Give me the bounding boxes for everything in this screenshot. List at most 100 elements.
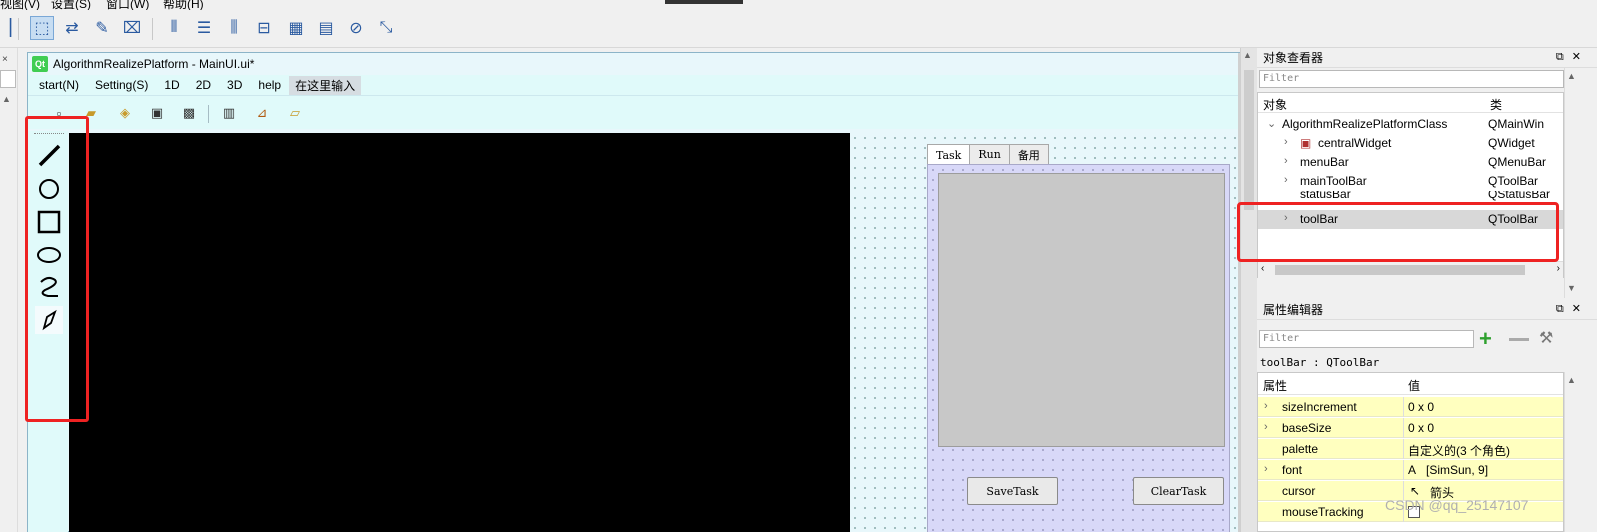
tab-task[interactable]: Task (927, 144, 971, 165)
panel-close-icon[interactable]: × (2, 54, 8, 65)
collapsed-arrow-icon[interactable]: › (1284, 136, 1288, 148)
property-value[interactable]: [SimSun, 9] (1426, 463, 1488, 477)
collapsed-arrow-icon[interactable]: › (1264, 463, 1268, 475)
tree-row-main-window[interactable]: ⌄ AlgorithmRealizePlatformClass QMainWin (1258, 115, 1563, 134)
property-row-basesize[interactable]: › baseSize 0 x 0 (1258, 418, 1563, 438)
layout-hsplitter-icon[interactable]: ⫼ (222, 16, 246, 40)
scroll-up-icon[interactable]: ▲ (1567, 71, 1576, 81)
layout-form-icon[interactable]: ▤ (314, 16, 338, 40)
load-folder-icon[interactable]: ▱ (286, 104, 304, 122)
property-editor-vscroll[interactable]: ▲ (1564, 372, 1597, 532)
menu-help[interactable]: 帮助(H) (163, 0, 204, 10)
form-menu-1d[interactable]: 1D (164, 78, 179, 92)
form-menu-2d[interactable]: 2D (196, 78, 211, 92)
dock-controls[interactable]: ⧉✕ (1556, 302, 1589, 316)
property-name: baseSize (1282, 421, 1332, 435)
property-value[interactable]: 0 x 0 (1408, 421, 1434, 435)
object-class: QMenuBar (1488, 155, 1547, 169)
break-layout-icon[interactable]: ⊘ (344, 16, 368, 40)
property-value[interactable]: 0 x 0 (1408, 400, 1434, 414)
col-object-header[interactable]: 对象 (1263, 96, 1287, 113)
form-main-toolbar: ▫ ▰ ◈ ▣ ▩ ▥ ⊿ ▱ (28, 95, 1239, 129)
form-menu-setting[interactable]: Setting(S) (95, 78, 148, 92)
collapsed-arrow-icon[interactable]: › (1264, 421, 1268, 433)
tab-bar: Task Run 备用 (927, 144, 1049, 165)
menu-window[interactable]: 窗口(W) (106, 0, 149, 10)
edit-tab-order-icon[interactable]: ⌧ (120, 16, 144, 40)
save-task-button[interactable]: SaveTask (967, 477, 1058, 505)
tree-row-central-widget[interactable]: › ▣ centralWidget QWidget (1258, 134, 1563, 153)
widget-filter-field[interactable] (0, 70, 16, 88)
menu-settings[interactable]: 设置(S) (51, 0, 91, 10)
property-row-sizeincrement[interactable]: › sizeIncrement 0 x 0 (1258, 397, 1563, 417)
add-property-icon[interactable]: + (1479, 326, 1492, 352)
dock-controls[interactable]: ⧉✕ (1556, 50, 1589, 64)
property-name: cursor (1282, 484, 1316, 498)
form-editor-window: Qt AlgorithmRealizePlatform - MainUI.ui*… (27, 52, 1241, 532)
form-menu-help[interactable]: help (258, 78, 281, 92)
object-inspector-vscroll[interactable]: ▲ ▼ (1564, 68, 1597, 298)
object-name: AlgorithmRealizePlatformClass (1282, 117, 1448, 131)
screen-overlay-bar (665, 0, 743, 4)
expanded-arrow-icon[interactable]: ⌄ (1267, 117, 1276, 130)
scroll-up-icon[interactable]: ▲ (1243, 50, 1252, 60)
collapsed-arrow-icon[interactable]: › (1284, 174, 1288, 186)
object-name: menuBar (1300, 155, 1349, 169)
property-row-palette[interactable]: palette 自定义的(3 个角色) (1258, 439, 1563, 459)
save-as-icon[interactable]: ▩ (180, 104, 198, 122)
edit-widgets-icon[interactable]: ⬚ (30, 16, 54, 40)
highlight-box-drawing-toolbar (25, 116, 89, 422)
chart-icon[interactable]: ⊿ (253, 104, 271, 122)
property-editor-title: 属性编辑器 (1263, 303, 1324, 317)
save-icon[interactable]: ▣ (148, 104, 166, 122)
open-image-icon[interactable]: ◈ (116, 104, 134, 122)
dock-splitter[interactable]: ▲ (1240, 48, 1257, 532)
scroll-thumb[interactable] (1244, 70, 1254, 210)
property-name: font (1282, 463, 1303, 477)
property-value[interactable]: 自定义的(3 个角色) (1408, 442, 1510, 459)
column-divider (1403, 439, 1404, 459)
col-property-header[interactable]: 属性 (1263, 377, 1287, 394)
scroll-up-icon[interactable]: ▲ (2, 94, 11, 104)
col-class-header[interactable]: 类 (1490, 96, 1502, 113)
font-icon: A (1408, 463, 1417, 477)
menu-view[interactable]: 视图(V) (0, 0, 40, 10)
object-tree-hscrollbar[interactable]: ‹ › (1258, 261, 1563, 278)
tab-backup[interactable]: 备用 (1008, 144, 1049, 164)
scroll-right-icon[interactable]: › (1557, 263, 1560, 274)
widget-icon: ▣ (1300, 136, 1312, 150)
property-table-header: 属性 值 (1258, 373, 1563, 395)
tab-run[interactable]: Run (969, 144, 1010, 164)
remove-property-icon[interactable] (1509, 338, 1529, 341)
scroll-down-icon[interactable]: ▼ (1567, 283, 1576, 293)
scroll-left-icon[interactable]: ‹ (1261, 263, 1264, 274)
object-filter-input[interactable]: Filter (1259, 70, 1564, 88)
layout-vsplitter-icon[interactable]: ⊟ (252, 16, 276, 40)
toolbar-separator (152, 18, 153, 40)
form-menu-3d[interactable]: 3D (227, 78, 242, 92)
layout-vertical-icon[interactable]: ☰ (192, 16, 216, 40)
form-menu-start[interactable]: start(N) (39, 78, 79, 92)
collapsed-arrow-icon[interactable]: › (1264, 400, 1268, 412)
property-row-font[interactable]: › font A [SimSun, 9] (1258, 460, 1563, 480)
form-menu-placeholder[interactable]: 在这里输入 (289, 75, 362, 95)
edit-signals-icon[interactable]: ⇄ (60, 16, 84, 40)
scroll-up-icon[interactable]: ▲ (1567, 375, 1576, 385)
layout-grid-icon[interactable]: ▦ (284, 16, 308, 40)
col-value-header[interactable]: 值 (1408, 377, 1420, 394)
image-display-canvas[interactable] (69, 133, 850, 532)
export-icon[interactable]: ▥ (220, 104, 238, 122)
clear-task-button[interactable]: ClearTask (1133, 477, 1224, 505)
column-divider (1403, 418, 1404, 438)
tree-row-menubar[interactable]: › menuBar QMenuBar (1258, 153, 1563, 172)
collapsed-arrow-icon[interactable]: › (1284, 155, 1288, 167)
configure-icon[interactable]: ⚒ (1539, 328, 1553, 348)
task-list-view[interactable] (938, 173, 1225, 447)
scroll-thumb[interactable] (1275, 265, 1525, 275)
app-menubar: 视图(V) 设置(S) 窗口(W) 帮助(H) (0, 0, 1597, 10)
edit-buddies-icon[interactable]: ✎ (90, 16, 114, 40)
adjust-size-icon[interactable]: ⤡ (374, 16, 398, 40)
tree-row-main-toolbar[interactable]: › mainToolBar QToolBar (1258, 172, 1563, 191)
property-filter-input[interactable]: Filter (1259, 330, 1474, 348)
layout-horizontal-icon[interactable]: ⦀ (162, 16, 186, 40)
